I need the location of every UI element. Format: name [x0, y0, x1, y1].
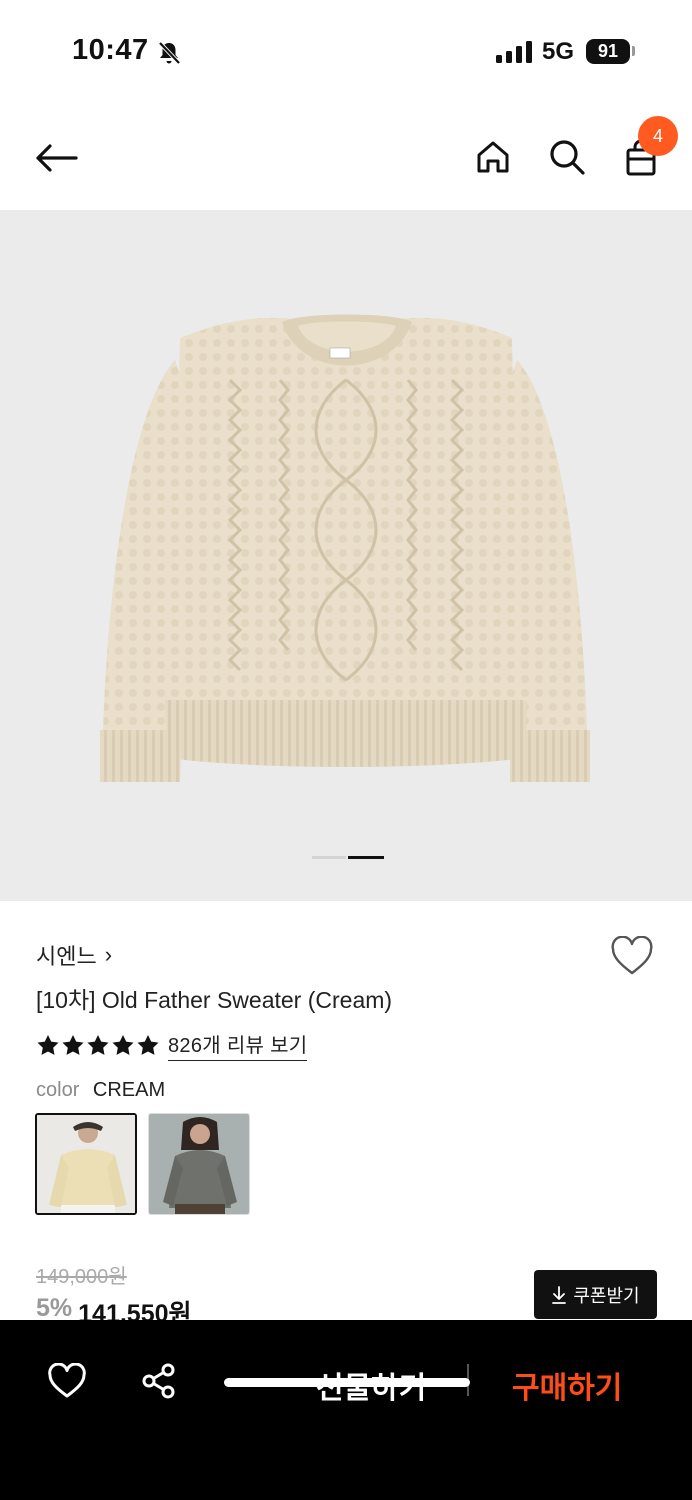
swatch-image [149, 1114, 249, 1214]
brand-name: 시엔느 [36, 944, 97, 969]
home-indicator [224, 1378, 470, 1387]
star-icon [62, 1035, 84, 1055]
carousel-indicator [312, 856, 384, 859]
cellular-signal-icon [496, 41, 532, 63]
battery-tip [632, 46, 635, 56]
carousel-dot-active[interactable] [348, 856, 384, 859]
carousel-dot[interactable] [312, 856, 346, 859]
search-icon[interactable] [544, 134, 590, 180]
battery-icon: 91 [586, 39, 630, 64]
reviews-link[interactable]: 826개 리뷰 보기 [168, 1029, 308, 1061]
back-arrow-icon[interactable] [30, 136, 82, 180]
swatch-image [37, 1115, 135, 1213]
star-icon [137, 1035, 159, 1055]
color-swatch-gray[interactable] [148, 1113, 250, 1215]
chevron-right-icon: › [104, 942, 113, 967]
color-option-row: color CREAM [36, 1079, 165, 1102]
discount-rate: 5% [36, 1294, 73, 1320]
sale-price: 141,550원 [78, 1300, 192, 1320]
bottom-action-bar: 선물하기 구매하기 [0, 1320, 692, 1500]
cart-count-badge: 4 [638, 116, 678, 156]
color-swatch-cream[interactable] [35, 1113, 137, 1215]
coupon-button[interactable]: 쿠폰받기 [534, 1270, 657, 1319]
network-type: 5G [542, 38, 575, 65]
star-icon [37, 1035, 59, 1055]
rating-row: 826개 리뷰 보기 [36, 1029, 308, 1061]
bell-muted-icon [156, 40, 182, 71]
coupon-label: 쿠폰받기 [573, 1285, 640, 1306]
original-price: 149,000원 [36, 1266, 127, 1288]
status-bar: 10:47 5G 91 [0, 0, 692, 100]
like-heart-icon[interactable] [44, 1358, 90, 1404]
home-icon[interactable] [470, 134, 516, 180]
brand-link[interactable]: 시엔느 › [36, 939, 112, 971]
color-value: CREAM [92, 1079, 166, 1101]
sweater-image [100, 314, 590, 782]
color-label: color [36, 1079, 80, 1101]
wishlist-heart-icon[interactable] [610, 935, 654, 981]
download-icon [552, 1285, 567, 1304]
share-icon[interactable] [136, 1358, 182, 1404]
star-icon [87, 1035, 109, 1055]
product-image-carousel[interactable] [0, 210, 692, 901]
star-icon [112, 1035, 134, 1055]
rating-stars [36, 1034, 160, 1056]
top-nav [0, 100, 692, 210]
buy-button[interactable]: 구매하기 [512, 1363, 622, 1407]
product-title: [10차] Old Father Sweater (Cream) [36, 987, 393, 1013]
sale-price-row: 5% 141,550원 [36, 1294, 192, 1320]
status-time: 10:47 [72, 34, 149, 66]
